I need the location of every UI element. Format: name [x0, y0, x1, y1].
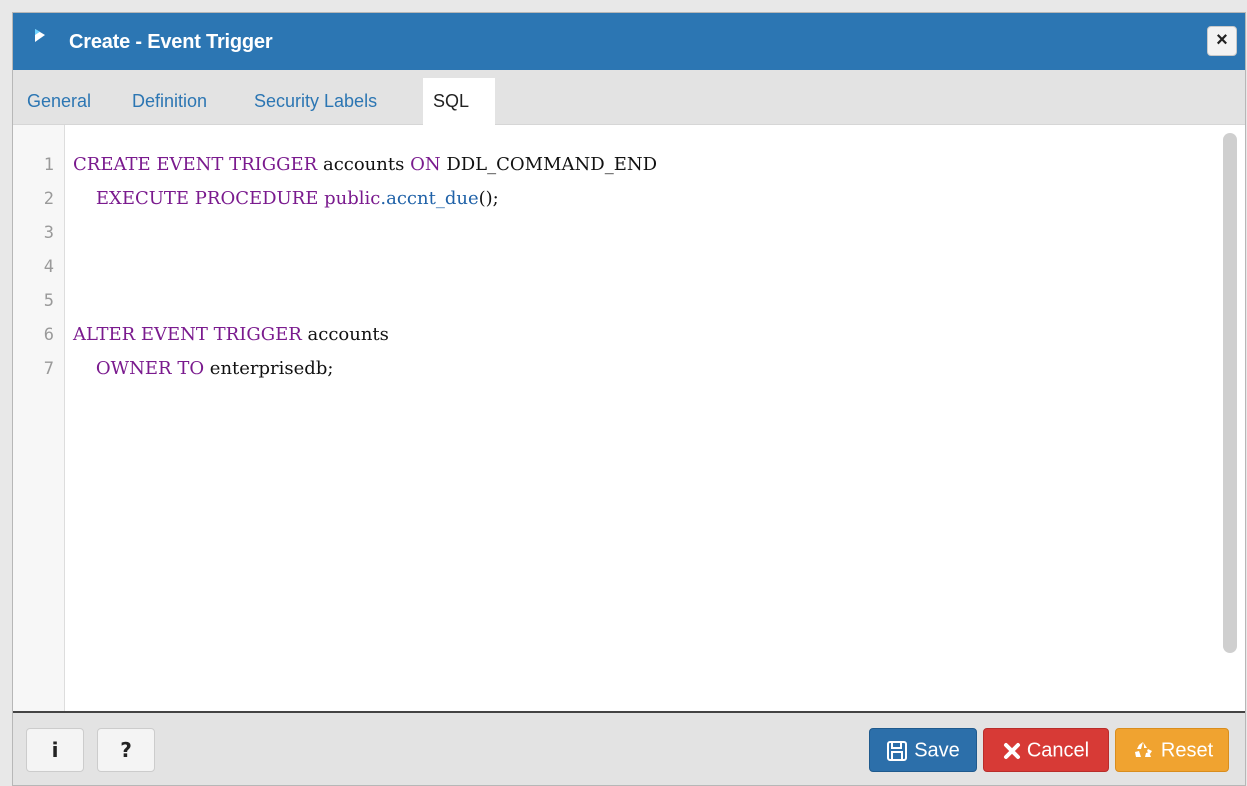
- cancel-label: Cancel: [1026, 739, 1090, 762]
- info-icon: i: [51, 738, 59, 762]
- line-number-gutter: 1 2 3 4 5 6 7: [13, 125, 65, 713]
- help-icon: ?: [120, 738, 132, 762]
- sql-function-name: .accnt_due: [380, 188, 479, 209]
- floppy-disk-icon: [887, 740, 908, 761]
- close-button[interactable]: ×: [1207, 26, 1237, 56]
- tab-definition[interactable]: Definition: [122, 78, 217, 125]
- sql-text: accounts: [317, 154, 411, 175]
- line-number: 2: [43, 189, 54, 209]
- sql-keyword: EXECUTE PROCEDURE: [95, 188, 319, 209]
- sql-keyword: ON: [410, 154, 441, 175]
- dialog-footer: i ? Save Cancel Reset: [13, 711, 1245, 785]
- tab-security-labels[interactable]: Security Labels: [244, 78, 387, 125]
- line-number: 3: [43, 223, 54, 243]
- line-number: 7: [43, 359, 54, 379]
- sql-schema: public: [324, 188, 381, 209]
- line-number: 6: [43, 325, 54, 345]
- dialog-titlebar[interactable]: Create - Event Trigger ×: [13, 13, 1245, 70]
- dialog-title: Create - Event Trigger: [69, 31, 273, 53]
- sql-editor[interactable]: 1 2 3 4 5 6 7 CREATE EVENT TRIGGER accou…: [13, 125, 1245, 713]
- help-button[interactable]: ?: [97, 728, 155, 772]
- sql-keyword: CREATE EVENT TRIGGER: [73, 154, 318, 175]
- save-button[interactable]: Save: [869, 728, 977, 772]
- x-icon: [1003, 742, 1020, 759]
- sql-text: ();: [478, 188, 499, 209]
- line-number: 5: [43, 291, 54, 311]
- sql-keyword: ALTER EVENT TRIGGER: [73, 324, 302, 345]
- code-line: EXECUTE PROCEDURE public.accnt_due();: [73, 182, 499, 216]
- editor-scrollbar[interactable]: [1223, 133, 1237, 653]
- create-event-trigger-dialog: Create - Event Trigger × General Definit…: [12, 12, 1246, 786]
- sql-text: enterprisedb;: [204, 358, 334, 379]
- sql-text: accounts: [301, 324, 389, 345]
- recycle-icon: [1134, 741, 1152, 757]
- sql-text: DDL_COMMAND_END: [440, 154, 658, 175]
- close-icon: ×: [1216, 29, 1228, 51]
- tab-bar: General Definition Security Labels SQL: [13, 70, 1245, 125]
- reset-button[interactable]: Reset: [1115, 728, 1229, 772]
- code-line: OWNER TO enterprisedb;: [73, 352, 334, 386]
- pgadmin-elephant-icon: [35, 29, 45, 42]
- cancel-button[interactable]: Cancel: [983, 728, 1109, 772]
- line-number: 4: [43, 257, 54, 277]
- tab-sql[interactable]: SQL: [423, 78, 495, 125]
- sql-keyword: OWNER TO: [95, 358, 205, 379]
- info-button[interactable]: i: [26, 728, 84, 772]
- code-line: CREATE EVENT TRIGGER accounts ON DDL_COM…: [73, 148, 657, 182]
- reset-label: Reset: [1160, 739, 1214, 762]
- tab-general[interactable]: General: [17, 78, 101, 125]
- save-label: Save: [914, 739, 960, 762]
- line-number: 1: [43, 155, 54, 175]
- code-line: ALTER EVENT TRIGGER accounts: [73, 318, 389, 352]
